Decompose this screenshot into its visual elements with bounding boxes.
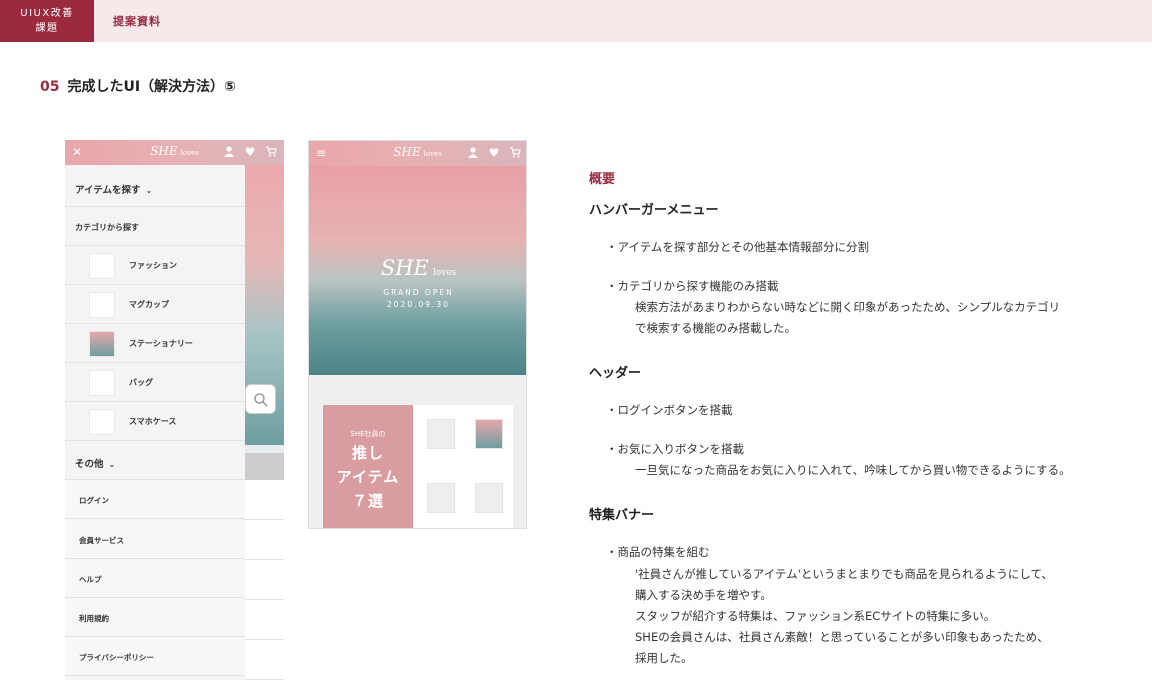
phone-mockup-home: ≡ SHE loves ♥ SHE loves GRAND OPEN 2020.09… [308,140,527,529]
detail-line: 購入する決め手を増やす。 [635,588,772,602]
heading-hamburger: ハンバーガーメニュー [589,203,719,218]
user-icon[interactable] [222,145,236,159]
hero-logo-sub: loves [432,268,457,278]
section-title: 05 完成したUI（解決方法）⑤ [40,76,236,96]
category-thumbnail [89,370,115,396]
cart-icon[interactable] [264,145,278,159]
category-heading: カテゴリから探す [65,207,245,246]
menu-link[interactable]: 会員サービス [65,520,245,559]
top-bar: UIUX改善 課題 提案資料 [0,0,1152,42]
site-logo[interactable]: SHE loves [393,145,442,159]
background-list [245,480,284,680]
search-icon [254,393,268,407]
bullet: ・ログインボタンを搭載 [606,403,733,417]
banner-line-1: 推し [351,444,384,462]
items-heading-label: アイテムを探す [75,185,141,196]
category-item[interactable]: マグカップ [65,285,245,324]
menu-link[interactable]: ヘルプ [65,559,245,598]
heading-feature-banner: 特集バナー [589,508,655,523]
logo-text: SHE [393,145,421,159]
menu-link-label: 会員サービス [79,536,124,545]
menu-link[interactable]: プライバシーポリシー [65,637,245,676]
category-item[interactable]: バッグ [65,363,245,402]
product-thumbnail[interactable] [427,419,455,449]
feature-section: SHE社員の 推し アイテム ７選 [309,375,526,528]
menu-link-label: 利用規約 [79,614,109,623]
close-icon[interactable]: ✕ [70,145,84,159]
menu-link[interactable]: ログイン [65,480,245,519]
heading-header: ヘッダー [589,366,642,381]
banner-line-3: ７選 [351,492,384,510]
logo-sub: loves [180,149,199,157]
cart-icon[interactable] [508,146,522,160]
banner-sub: SHE社員の [350,430,386,438]
section-title-text: 完成したUI（解決方法）⑤ [67,79,236,95]
chevron-down-icon: ⌄ [145,186,153,195]
drawer-menu: アイテムを探す ⌄ カテゴリから探す ファッション マグカップ ステーショナリー … [65,165,245,680]
items-heading[interactable]: アイテムを探す ⌄ [65,165,245,207]
category-label: ファッション [129,261,177,270]
bullet: ・カテゴリから探す機能のみ搭載 [606,279,779,293]
logo-sub: loves [423,150,442,158]
category-label: マグカップ [129,300,169,309]
detail-line: 一旦気になった商品をお気に入りに入れて、吟味してから買い物できるようにする。 [635,463,1071,477]
phone-header: ✕ SHE loves ♥ [65,140,284,165]
heart-icon[interactable]: ♥ [487,146,501,160]
search-button[interactable] [245,384,276,414]
hero-brand: SHE loves GRAND OPEN 2020.09.30 [309,256,526,309]
phone-header: ≡ SHE loves ♥ [309,141,526,166]
category-thumbnail [89,253,115,279]
hero-image: SHE loves GRAND OPEN 2020.09.30 [309,166,526,375]
hero-date: 2020.09.30 [387,300,450,309]
category-label: ステーショナリー [129,339,193,348]
other-heading-label: その他 [75,459,104,470]
category-label: スマホケース [129,417,177,426]
badge-line-2: 課題 [35,23,59,34]
category-item[interactable]: ステーショナリー [65,324,245,363]
category-item[interactable]: ファッション [65,246,245,285]
menu-link[interactable]: 利用規約 [65,598,245,637]
category-thumbnail [89,331,115,357]
feature-banner[interactable]: SHE社員の 推し アイテム ７選 [323,405,413,528]
user-icon[interactable] [466,146,480,160]
product-thumbnail[interactable] [475,483,503,513]
category-thumbnail [89,409,115,435]
product-thumbnail[interactable] [427,483,455,513]
collapsed-bar [245,453,284,480]
phone-mockup-menu: ✕ SHE loves ♥ アイテムを探す ⌄ カテゴリから探す ファッション マグ… [65,140,284,680]
detail-line: で検索する機能のみ搭載した。 [635,321,796,335]
detail-line: SHEの会員さんは、社員さん素敵！と思っていることが多い印象もあったため、 [635,630,1049,644]
menu-link-label: ヘルプ [79,575,102,584]
site-logo[interactable]: SHE loves [150,144,199,158]
detail-line: '社員さんが推しているアイテム'というまとまりでも商品を見られるようにして、 [635,567,1053,581]
section-number: 05 [40,79,60,95]
detail-line: 採用した。 [635,651,693,665]
bullet: ・商品の特集を組む [606,545,710,559]
category-label: バッグ [129,378,153,387]
menu-link-label: プライバシーポリシー [79,653,154,662]
other-heading[interactable]: その他 ⌄ [65,441,245,480]
breadcrumb: 提案資料 [113,15,161,28]
category-thumbnail [89,292,115,318]
hamburger-menu-icon[interactable]: ≡ [314,146,328,160]
bullet: ・お気に入りボタンを搭載 [606,442,744,456]
product-thumbnail[interactable] [475,419,503,449]
badge-line-1: UIUX改善 [20,8,74,19]
heart-icon[interactable]: ♥ [243,145,257,159]
category-item[interactable]: スマホケース [65,402,245,441]
logo-text: SHE [150,144,178,158]
course-badge: UIUX改善 課題 [0,0,94,42]
hero-open-text: GRAND OPEN [383,288,454,297]
banner-line-2: アイテム [336,468,400,486]
hero-logo: SHE [380,256,429,280]
overview-label: 概要 [589,172,616,187]
chevron-down-icon: ⌄ [108,460,116,469]
detail-line: スタッフが紹介する特集は、ファッション系ECサイトの特集に多い。 [635,609,996,623]
bullet: ・アイテムを探す部分とその他基本情報部分に分割 [606,240,870,254]
menu-link-label: ログイン [79,496,109,505]
detail-line: 検索方法があまりわからない時などに開く印象があったため、シンプルなカテゴリ [635,300,1061,314]
feature-items [413,405,513,528]
category-heading-label: カテゴリから探す [75,223,139,232]
